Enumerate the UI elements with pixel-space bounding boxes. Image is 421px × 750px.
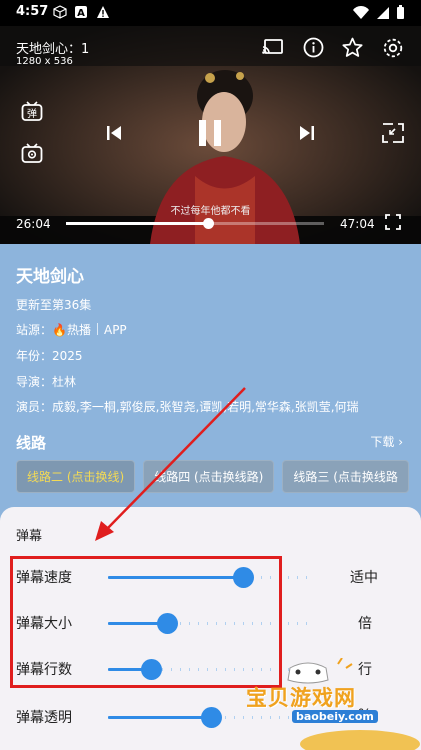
annotation-arrow [95,387,246,541]
watermark-url: baobeiy.com [292,710,378,723]
watermark-text: 宝贝游戏网 [246,686,356,710]
